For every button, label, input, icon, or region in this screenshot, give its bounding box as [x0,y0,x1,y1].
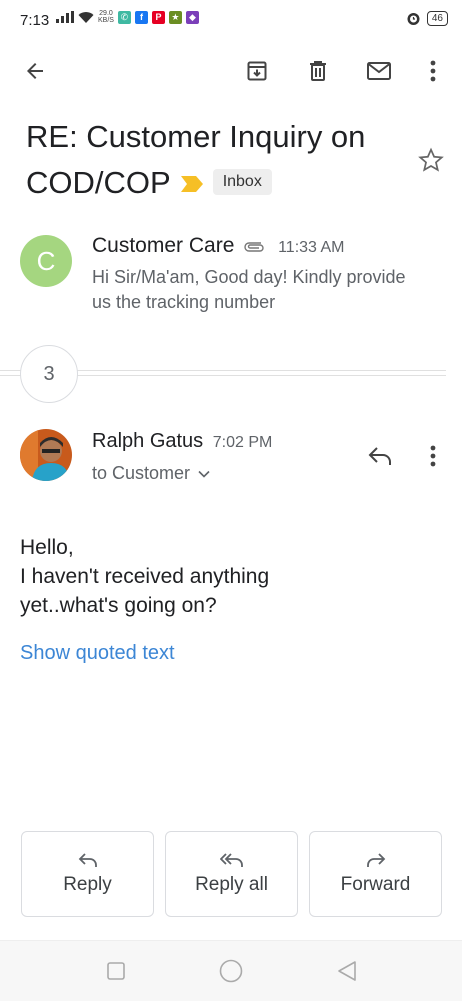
archive-icon [247,61,267,81]
back-button[interactable] [15,51,55,91]
recents-button[interactable] [103,958,129,984]
attachment-icon [244,242,264,253]
forward-icon [366,853,385,867]
message-time: 7:02 PM [212,434,273,451]
back-nav-button[interactable] [334,958,360,984]
reply-all-label: Reply all [195,874,268,895]
wifi-icon [78,11,94,23]
forward-label: Forward [340,874,411,895]
gallery-notification-icon: ◆ [185,10,199,24]
system-navigation-bar [0,940,462,1001]
delete-button[interactable] [298,51,338,91]
reply-label: Reply [63,874,112,895]
sender-photo-avatar[interactable] [20,429,72,481]
reply-all-button[interactable]: Reply all [165,831,298,917]
message-more-options-button[interactable] [418,438,448,474]
recipient-details-toggle[interactable]: to Customer [92,463,210,484]
mail-icon [367,62,391,80]
message-snippet[interactable]: Hi Sir/Ma'am, Good day! Kindly provide u… [92,265,412,315]
triangle-back-icon [338,961,356,981]
collapsed-message-header[interactable]: Customer Care 11:33 AM [92,234,345,258]
show-quoted-text-link[interactable]: Show quoted text [20,642,175,665]
message-body: Hello, I haven't received anything yet..… [20,533,420,620]
alarm-icon [407,13,420,25]
message-time: 11:33 AM [278,239,345,256]
trash-icon [310,61,326,81]
net-speed: 29.0 KB/S [98,10,114,24]
battery-indicator: 46 [426,11,448,26]
more-vert-icon [430,445,436,467]
inbox-label-badge[interactable]: Inbox [212,168,272,195]
body-line: I haven't received anything [20,565,270,588]
mark-unread-button[interactable] [359,51,399,91]
game-notification-icon: ★ [168,10,182,24]
signal-icon [56,11,74,23]
facebook-icon: f [134,10,148,24]
status-time: 7:13 [20,12,50,29]
forward-button[interactable]: Forward [309,831,442,917]
sender-name: Customer Care [92,234,235,257]
open-message-header[interactable]: Ralph Gatus 7:02 PM [92,430,272,453]
importance-marker-icon[interactable] [180,159,203,205]
status-right: 46 [406,11,448,26]
star-outline-icon [418,147,444,172]
reply-all-icon [219,853,243,867]
reply-icon-button[interactable] [360,438,400,474]
archive-button[interactable] [237,51,277,91]
reply-icon [368,447,391,465]
sender-avatar[interactable]: C [20,235,72,287]
app-notification-icon: ✆ [117,10,131,24]
home-button[interactable] [218,958,244,984]
sender-name: Ralph Gatus [92,430,204,452]
thread-subject-block: RE: Customer Inquiry on COD/COP Inbox [26,114,396,208]
status-left-icons: 29.0 KB/S ✆ f P ★ ◆ [56,10,199,24]
circle-icon [219,959,243,983]
star-button[interactable] [416,145,446,175]
chevron-down-icon [198,470,210,478]
reply-button[interactable]: Reply [21,831,154,917]
arrow-left-icon [27,63,43,79]
pinterest-icon: P [151,10,165,24]
square-icon [107,962,125,980]
more-vert-icon [430,60,436,82]
reply-icon [78,853,97,867]
body-line: Hello, [20,536,74,559]
recipient-text: to Customer [92,463,191,483]
collapsed-messages-count[interactable]: 3 [20,345,78,403]
more-options-button[interactable] [413,51,453,91]
body-line: yet..what's going on? [20,594,217,617]
